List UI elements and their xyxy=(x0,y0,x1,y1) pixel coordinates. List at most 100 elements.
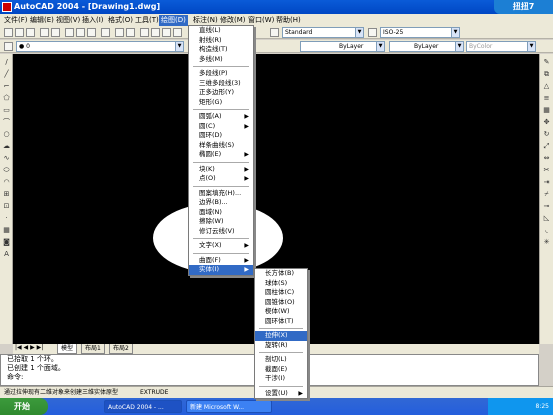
menu-tools[interactable]: 工具(T) xyxy=(133,15,161,26)
point-icon[interactable]: · xyxy=(2,214,11,223)
polyline-icon[interactable]: ⌐ xyxy=(2,82,11,91)
cut-icon[interactable] xyxy=(65,28,74,37)
draw-menu-item[interactable]: 擦除(W) xyxy=(189,217,253,227)
open-file-icon[interactable] xyxy=(15,28,24,37)
solids-menu-item[interactable]: 圆锥体(O) xyxy=(255,298,307,308)
menu-file[interactable]: 文件(F) xyxy=(2,15,30,26)
join-icon[interactable]: ⊸ xyxy=(542,202,551,211)
copy-object-icon[interactable]: ⧉ xyxy=(542,70,551,79)
draw-menu-item[interactable]: 修订云线(V) xyxy=(189,227,253,237)
revcloud-icon[interactable]: ☁ xyxy=(2,142,11,151)
draw-menu-item[interactable]: 文字(X) ▶ xyxy=(189,241,253,251)
zoom-previous-icon[interactable] xyxy=(173,28,182,37)
task-autocad[interactable]: AutoCAD 2004 - ... xyxy=(104,400,182,413)
copy-icon[interactable] xyxy=(76,28,85,37)
zoom-window-icon[interactable] xyxy=(162,28,171,37)
tab-layout2[interactable]: 布局2 xyxy=(109,344,133,354)
zoom-icon[interactable] xyxy=(151,28,160,37)
draw-menu-item[interactable]: 边界(B)... xyxy=(189,198,253,208)
draw-menu-item[interactable]: 构造线(T) xyxy=(189,45,253,55)
draw-menu-item[interactable]: 面域(N) xyxy=(189,208,253,218)
break-icon[interactable]: ⌿ xyxy=(542,190,551,199)
layers-icon[interactable] xyxy=(4,42,13,51)
menu-insert[interactable]: 插入(I) xyxy=(80,15,106,26)
polygon-icon[interactable]: ⬠ xyxy=(2,94,11,103)
pan-icon[interactable] xyxy=(140,28,149,37)
menu-help[interactable]: 帮助(H) xyxy=(274,15,303,26)
make-block-icon[interactable]: ⊡ xyxy=(2,202,11,211)
draw-menu-item[interactable]: 点(O) ▶ xyxy=(189,174,253,184)
solids-menu-item[interactable]: 拉伸(X) xyxy=(255,331,307,341)
text-tool-icon[interactable]: A xyxy=(2,250,11,259)
rectangle-icon[interactable]: ▭ xyxy=(2,106,11,115)
match-properties-icon[interactable] xyxy=(101,28,110,37)
tab-model[interactable]: 模型 xyxy=(57,344,78,354)
draw-menu-item[interactable]: 椭圆(E) ▶ xyxy=(189,150,253,160)
draw-menu-item[interactable]: 三维多段线(3) xyxy=(189,79,253,89)
layer-select[interactable]: ● 0 ▼ xyxy=(16,41,184,52)
menu-edit[interactable]: 编辑(E) xyxy=(28,15,56,26)
solids-menu-item[interactable]: 圆柱体(C) xyxy=(255,288,307,298)
redo-icon[interactable] xyxy=(126,28,135,37)
hatch-icon[interactable]: ▦ xyxy=(2,226,11,235)
explode-icon[interactable]: ✳ xyxy=(542,238,551,247)
print-icon[interactable] xyxy=(40,28,49,37)
color-select[interactable]: ByLayer ▼ xyxy=(300,41,385,52)
array-icon[interactable]: ▦ xyxy=(542,106,551,115)
menu-draw[interactable]: 绘图(D) xyxy=(159,15,188,26)
chamfer-icon[interactable]: ◺ xyxy=(542,214,551,223)
circle-icon[interactable]: ○ xyxy=(2,130,11,139)
spline-icon[interactable]: ∿ xyxy=(2,154,11,163)
draw-menu-item[interactable]: 直线(L) xyxy=(189,26,253,36)
mirror-icon[interactable]: △ xyxy=(542,82,551,91)
solids-menu-item[interactable]: 球体(S) xyxy=(255,279,307,289)
preview-icon[interactable] xyxy=(51,28,60,37)
start-button[interactable]: 开始 xyxy=(0,398,48,415)
erase-icon[interactable]: ✎ xyxy=(542,58,551,67)
solids-menu-item[interactable]: 剖切(L) xyxy=(255,355,307,365)
draw-menu-item[interactable]: 曲面(F) ▶ xyxy=(189,256,253,266)
tab-layout1[interactable]: 布局1 xyxy=(81,344,105,354)
construction-line-icon[interactable]: ╱ xyxy=(2,70,11,79)
draw-menu-item[interactable]: 圆(C) ▶ xyxy=(189,122,253,132)
menu-format[interactable]: 格式(O) xyxy=(106,15,135,26)
move-icon[interactable]: ✥ xyxy=(542,118,551,127)
trim-icon[interactable]: ✂ xyxy=(542,166,551,175)
rotate-icon[interactable]: ↻ xyxy=(542,130,551,139)
draw-menu-item[interactable]: 矩形(G) xyxy=(189,98,253,108)
linetype-select[interactable]: ByLayer ▼ xyxy=(389,41,464,52)
dim-style-select[interactable]: ISO-25 ▼ xyxy=(380,27,460,38)
draw-menu-item[interactable]: 圆弧(A) ▶ xyxy=(189,112,253,122)
draw-menu-item[interactable]: 多线(M) xyxy=(189,55,253,65)
draw-menu-item[interactable]: 正多边形(Y) xyxy=(189,88,253,98)
menu-view[interactable]: 视图(V) xyxy=(54,15,82,26)
new-file-icon[interactable] xyxy=(4,28,13,37)
stretch-icon[interactable]: ⇔ xyxy=(542,154,551,163)
arc-icon[interactable]: ⌒ xyxy=(2,118,11,127)
draw-menu-item[interactable]: 圆环(D) xyxy=(189,131,253,141)
solids-menu-item[interactable]: 设置(U) ▶ xyxy=(255,389,307,399)
region-icon[interactable]: ◙ xyxy=(2,238,11,247)
tab-nav-arrows[interactable]: |◀ ◀ ▶ ▶| xyxy=(15,344,43,351)
paste-icon[interactable] xyxy=(87,28,96,37)
draw-menu-item[interactable]: 块(K) ▶ xyxy=(189,165,253,175)
solids-menu-item[interactable]: 长方体(B) xyxy=(255,269,307,279)
extend-icon[interactable]: ⇥ xyxy=(542,178,551,187)
scale-icon[interactable]: ⤢ xyxy=(542,142,551,151)
draw-menu-item[interactable]: 图案填充(H)... xyxy=(189,189,253,199)
draw-menu-item[interactable]: 样条曲线(S) xyxy=(189,141,253,151)
fillet-icon[interactable]: ◟ xyxy=(542,226,551,235)
ellipse-icon[interactable]: ⬭ xyxy=(2,166,11,175)
draw-menu-item[interactable]: 多段线(P) xyxy=(189,69,253,79)
text-style-select[interactable]: Standard ▼ xyxy=(282,27,364,38)
lineweight-select[interactable]: ByColor ▼ xyxy=(466,41,536,52)
undo-icon[interactable] xyxy=(115,28,124,37)
solids-menu-item[interactable]: 截面(E) xyxy=(255,365,307,375)
offset-icon[interactable]: ≡ xyxy=(542,94,551,103)
draw-menu-item[interactable]: 实体(I) ▶ xyxy=(189,265,253,275)
insert-block-icon[interactable]: ⊞ xyxy=(2,190,11,199)
task-word[interactable]: 新建 Microsoft W... xyxy=(186,400,272,413)
solids-menu-item[interactable]: 圆环体(T) xyxy=(255,317,307,327)
save-icon[interactable] xyxy=(26,28,35,37)
draw-menu-item[interactable]: 射线(R) xyxy=(189,36,253,46)
